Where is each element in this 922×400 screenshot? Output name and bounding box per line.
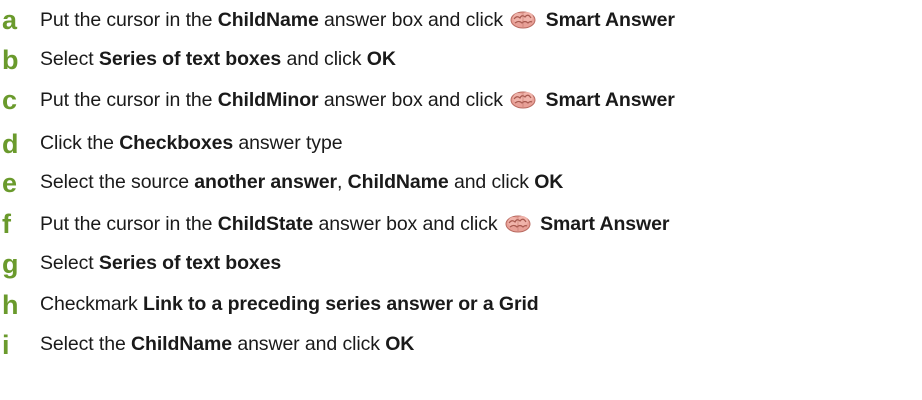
step-h: h Checkmark Link to a preceding series an…: [0, 285, 539, 325]
step-letter: e: [2, 167, 18, 198]
step-text: Put the cursor in the ChildMinor answer …: [40, 89, 675, 111]
step-text: Checkmark Link to a preceding series ans…: [40, 295, 539, 315]
step-c: c Put the cursor in the ChildMinor answer…: [0, 80, 675, 120]
step-a: a Put the cursor in the ChildName answer …: [0, 0, 675, 40]
bold-term: ChildName: [217, 9, 319, 32]
instruction-steps-list: a Put the cursor in the ChildName answer …: [0, 0, 922, 400]
bold-term: Smart Answer: [545, 9, 675, 32]
step-text-run: Checkmark: [40, 293, 144, 316]
step-text-run: Select the source: [40, 171, 195, 194]
step-text-run: answer and click: [232, 333, 386, 356]
bold-term: Series of text boxes: [98, 48, 282, 71]
bold-term: Smart Answer: [545, 89, 675, 112]
bold-term: ChildName: [131, 333, 232, 356]
step-text-run: and click: [448, 171, 535, 194]
step-text: Put the cursor in the ChildName answer b…: [40, 9, 675, 31]
bold-term: Link to a preceding series answer or a G…: [143, 293, 539, 316]
step-b: b Select Series of text boxes and click O…: [0, 40, 396, 80]
step-text: Select the source another answer, ChildN…: [40, 173, 563, 193]
step-letter: h: [2, 289, 19, 320]
step-text-run: and click: [281, 48, 367, 71]
step-text-run: ,: [337, 171, 348, 194]
step-letter: i: [2, 329, 10, 360]
bold-term: Series of text boxes: [98, 252, 282, 275]
bold-term: OK: [385, 333, 415, 356]
step-text-run: answer box and click: [313, 213, 503, 236]
bold-term: ChildState: [217, 213, 314, 236]
step-letter: c: [2, 84, 18, 115]
step-text-run: Put the cursor in the: [40, 89, 218, 112]
bold-term: ChildName: [347, 171, 449, 194]
bold-term: Smart Answer: [540, 213, 670, 236]
step-text: Select Series of text boxes and click OK: [40, 50, 396, 70]
step-text: Select Series of text boxes: [40, 254, 281, 274]
step-text-run: answer box and click: [318, 9, 509, 32]
step-text-run: answer type: [233, 132, 343, 155]
step-letter: g: [2, 248, 19, 279]
bold-term: Checkboxes: [119, 132, 234, 155]
step-text-run: answer box and click: [318, 89, 509, 112]
step-e: e Select the source another answer, Child…: [0, 163, 563, 203]
step-text-run: Click the: [40, 132, 120, 155]
brain-icon: [510, 89, 536, 109]
step-text: Select the ChildName answer and click OK: [40, 335, 414, 355]
step-text-run: Put the cursor in the: [40, 213, 218, 236]
step-d: d Click the Checkboxes answer type: [0, 124, 343, 164]
bold-term: OK: [366, 48, 396, 71]
step-text-run: Put the cursor in the: [40, 9, 218, 32]
step-f: f Put the cursor in the ChildState answer…: [0, 204, 669, 244]
bold-term: another answer: [194, 171, 338, 194]
bold-term: OK: [534, 171, 564, 194]
step-letter: d: [2, 128, 19, 159]
bold-term: ChildMinor: [217, 89, 319, 112]
step-text-run: Select: [40, 48, 99, 71]
step-letter: b: [2, 44, 19, 75]
step-g: g Select Series of text boxes: [0, 244, 281, 284]
brain-icon: [505, 213, 531, 233]
step-text-run: Select the: [40, 333, 132, 356]
step-i: i Select the ChildName answer and click O…: [0, 325, 414, 365]
step-letter: f: [2, 208, 11, 239]
step-letter: a: [2, 4, 18, 35]
brain-icon: [510, 9, 536, 29]
step-text-run: Select: [40, 252, 99, 275]
step-text: Click the Checkboxes answer type: [40, 132, 343, 155]
step-text: Put the cursor in the ChildState answer …: [40, 213, 669, 235]
